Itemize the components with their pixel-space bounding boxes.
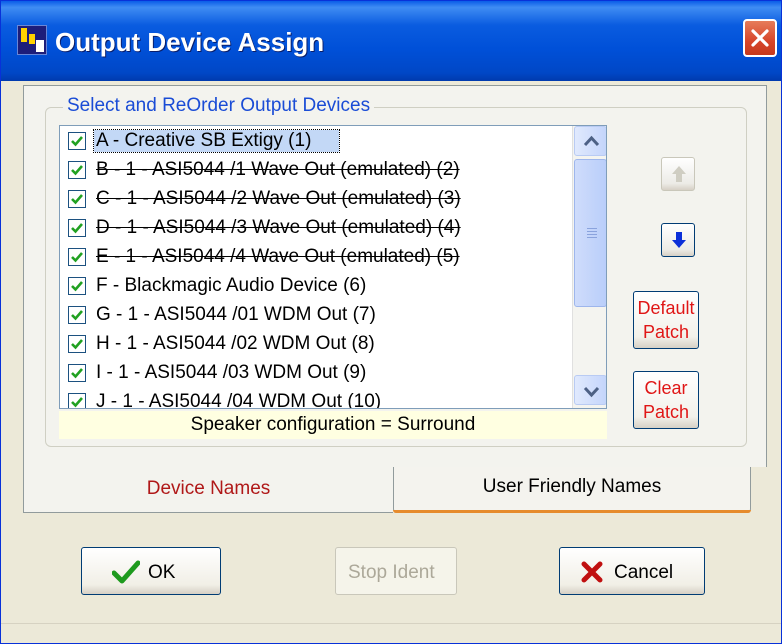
ok-button[interactable]: OK bbox=[81, 547, 221, 595]
device-checkbox[interactable] bbox=[68, 132, 86, 150]
checkmark-icon bbox=[71, 252, 83, 263]
group-label: Select and ReOrder Output Devices bbox=[63, 95, 375, 117]
tab-device-names[interactable]: Device Names bbox=[23, 467, 393, 513]
chevron-down-icon bbox=[583, 386, 600, 398]
device-checkbox[interactable] bbox=[68, 306, 86, 324]
close-icon bbox=[751, 29, 769, 47]
default-patch-label-2: Patch bbox=[642, 322, 690, 342]
output-device-assign-dialog: Output Device Assign Select and ReOrder … bbox=[0, 0, 782, 644]
stop-ident-button[interactable]: Stop Ident bbox=[335, 547, 457, 595]
device-label: A - Creative SB Extigy (1) bbox=[92, 129, 341, 153]
checkmark-icon bbox=[71, 194, 83, 205]
divider bbox=[1, 623, 781, 624]
app-icon bbox=[17, 25, 47, 55]
device-list-item[interactable]: G - 1 - ASI5044 /01 WDM Out (7) bbox=[60, 302, 574, 328]
device-label: D - 1 - ASI5044 /3 Wave Out (emulated) (… bbox=[96, 217, 461, 238]
tab-user-friendly-names[interactable]: User Friendly Names bbox=[393, 467, 751, 513]
checkmark-icon bbox=[71, 397, 83, 408]
device-checkbox[interactable] bbox=[68, 161, 86, 179]
close-button[interactable] bbox=[743, 19, 777, 57]
device-list-item[interactable]: H - 1 - ASI5044 /02 WDM Out (8) bbox=[60, 331, 574, 357]
title-bar[interactable]: Output Device Assign bbox=[1, 1, 781, 81]
x-icon bbox=[581, 561, 603, 583]
default-patch-button[interactable]: Default Patch bbox=[633, 291, 699, 349]
device-list-item[interactable]: I - 1 - ASI5044 /03 WDM Out (9) bbox=[60, 360, 574, 386]
checkmark-icon bbox=[71, 339, 83, 350]
device-checkbox[interactable] bbox=[68, 190, 86, 208]
stop-ident-label: Stop Ident bbox=[348, 562, 435, 583]
device-list-item[interactable]: J - 1 - ASI5044 /04 WDM Out (10) bbox=[60, 389, 574, 409]
device-checkbox[interactable] bbox=[68, 219, 86, 237]
device-list-item[interactable]: E - 1 - ASI5044 /4 Wave Out (emulated) (… bbox=[60, 244, 574, 270]
window-title: Output Device Assign bbox=[55, 27, 325, 57]
speaker-configuration: Speaker configuration = Surround bbox=[59, 411, 607, 439]
move-down-button[interactable] bbox=[661, 223, 695, 257]
device-checkbox[interactable] bbox=[68, 277, 86, 295]
checkmark-icon bbox=[71, 223, 83, 234]
checkmark-icon bbox=[71, 310, 83, 321]
checkmark-icon bbox=[71, 165, 83, 176]
device-checkbox[interactable] bbox=[68, 393, 86, 408]
scroll-down-button[interactable] bbox=[574, 375, 606, 405]
device-label: E - 1 - ASI5044 /4 Wave Out (emulated) (… bbox=[96, 246, 460, 267]
tab-user-friendly-names-label: User Friendly Names bbox=[482, 476, 662, 497]
device-list-item[interactable]: F - Blackmagic Audio Device (6) bbox=[60, 273, 574, 299]
device-checkbox[interactable] bbox=[68, 248, 86, 266]
device-label: B - 1 - ASI5044 /1 Wave Out (emulated) (… bbox=[96, 159, 460, 180]
arrow-down-icon bbox=[672, 232, 686, 248]
cancel-label: Cancel bbox=[614, 562, 674, 583]
device-label: F - Blackmagic Audio Device (6) bbox=[96, 275, 367, 296]
device-label: G - 1 - ASI5044 /01 WDM Out (7) bbox=[96, 304, 376, 325]
arrow-up-icon bbox=[672, 166, 686, 182]
scroll-up-button[interactable] bbox=[574, 126, 606, 156]
ok-label: OK bbox=[148, 562, 176, 583]
device-label: I - 1 - ASI5044 /03 WDM Out (9) bbox=[96, 362, 367, 383]
device-list[interactable]: A - Creative SB Extigy (1) B - 1 - ASI504… bbox=[59, 125, 607, 409]
default-patch-label-1: Default bbox=[637, 298, 695, 318]
device-list-item[interactable]: C - 1 - ASI5044 /2 Wave Out (emulated) (… bbox=[60, 186, 574, 212]
device-list-scrollbar[interactable] bbox=[572, 126, 606, 408]
device-label: J - 1 - ASI5044 /04 WDM Out (10) bbox=[96, 391, 382, 409]
clear-patch-label-1: Clear bbox=[644, 378, 688, 398]
chevron-up-icon bbox=[583, 135, 600, 147]
device-checkbox[interactable] bbox=[68, 364, 86, 382]
clear-patch-button[interactable]: Clear Patch bbox=[633, 371, 699, 429]
scroll-thumb[interactable] bbox=[574, 159, 606, 307]
clear-patch-label-2: Patch bbox=[642, 402, 690, 422]
checkmark-icon bbox=[71, 136, 83, 147]
device-checkbox[interactable] bbox=[68, 335, 86, 353]
checkmark-icon bbox=[112, 560, 140, 584]
device-list-item[interactable]: A - Creative SB Extigy (1) bbox=[60, 128, 574, 154]
move-up-button[interactable] bbox=[661, 157, 695, 191]
device-label: H - 1 - ASI5044 /02 WDM Out (8) bbox=[96, 333, 375, 354]
device-list-item[interactable]: B - 1 - ASI5044 /1 Wave Out (emulated) (… bbox=[60, 157, 574, 183]
device-label: C - 1 - ASI5044 /2 Wave Out (emulated) (… bbox=[96, 188, 461, 209]
checkmark-icon bbox=[71, 281, 83, 292]
device-list-item[interactable]: D - 1 - ASI5044 /3 Wave Out (emulated) (… bbox=[60, 215, 574, 241]
cancel-button[interactable]: Cancel bbox=[559, 547, 705, 595]
checkmark-icon bbox=[71, 368, 83, 379]
